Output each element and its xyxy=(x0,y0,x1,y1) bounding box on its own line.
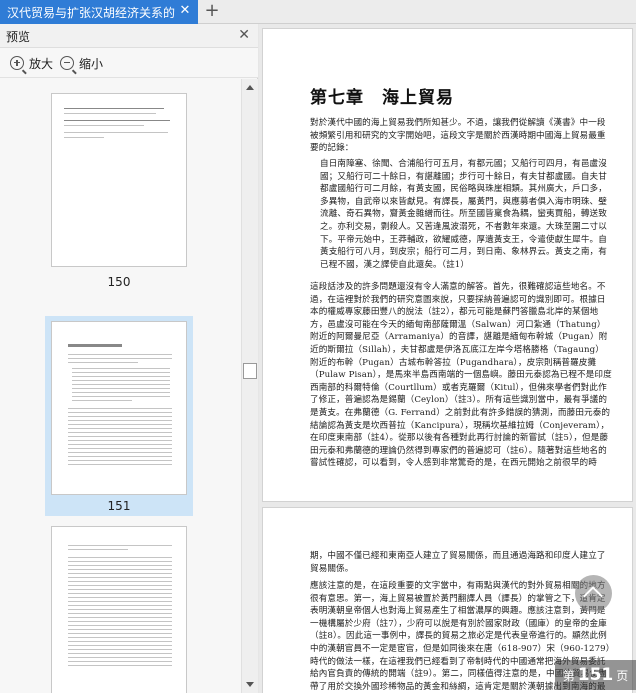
preview-sidebar: 预览 ✕ 放大 缩小 150 151 xyxy=(0,24,258,693)
tab-bar: 汉代贸易与扩张汉胡经济关系的 ✕ + xyxy=(0,0,636,24)
document-page-151: 第七章 海上貿易 對於漢代中國的海上貿易我們所知甚少。不過，讓我們從解讀《漢書》… xyxy=(262,28,633,502)
thumbnail-list: 150 151 xyxy=(0,79,240,693)
thumbnail-page-150[interactable]: 150 xyxy=(45,79,193,289)
back-to-top-button[interactable] xyxy=(575,575,612,612)
intro-paragraph: 對於漢代中國的海上貿易我們所知甚少。不過，讓我們從解讀《漢書》中一段被頻繁引用和… xyxy=(310,118,606,154)
lead-paragraph: 期，中國不僅已經和東南亞人建立了貿易關係，而且通過海路和印度人建立了貿易關係。 xyxy=(310,551,606,574)
document-tab[interactable]: 汉代贸易与扩张汉胡经济关系的 ✕ xyxy=(0,0,198,24)
thumbnail-image xyxy=(51,526,187,693)
scroll-up-icon[interactable] xyxy=(246,85,254,90)
zoom-out-icon xyxy=(60,56,74,70)
scroll-down-icon[interactable] xyxy=(246,682,254,687)
zoom-out-button[interactable]: 缩小 xyxy=(60,54,103,72)
sidebar-close-icon[interactable]: ✕ xyxy=(238,27,250,43)
zoom-in-button[interactable]: 放大 xyxy=(10,54,53,72)
zoom-in-icon xyxy=(10,56,24,70)
thumbnail-page-151[interactable]: 151 xyxy=(45,316,193,516)
new-tab-button[interactable]: + xyxy=(202,2,222,22)
zoom-in-label: 放大 xyxy=(29,56,54,71)
current-page-number: 151 xyxy=(577,665,614,685)
thumbnail-image xyxy=(51,93,187,267)
tab-close-icon[interactable]: ✕ xyxy=(178,4,192,18)
thumbnail-page-152[interactable]: 152 xyxy=(45,524,193,693)
sidebar-header: 预览 ✕ xyxy=(0,24,258,48)
zoom-out-label: 缩小 xyxy=(79,56,104,71)
chapter-title: 第七章 海上貿易 xyxy=(310,88,454,108)
sidebar-toolbar: 放大 缩小 xyxy=(0,48,258,78)
sidebar-title: 预览 xyxy=(6,30,31,44)
thumbnail-image xyxy=(51,321,187,495)
thumbnail-scrollbar[interactable] xyxy=(241,79,258,693)
scrollbar-thumb[interactable] xyxy=(243,363,257,379)
quoted-passage: 自日南障塞、徐聞、合浦船行可五月，有都元國；又船行可四月，有邑盧沒國；又船行可二… xyxy=(320,159,607,270)
body-paragraph: 這段話涉及的許多問題還沒有令人滿意的解答。首先，很難確認這些地名。不過，在這裡對… xyxy=(310,282,612,469)
page-suffix: 页 xyxy=(616,668,629,683)
page-prefix: 第 xyxy=(562,668,575,683)
tab-title: 汉代贸易与扩张汉胡经济关系的 xyxy=(7,5,176,20)
page-indicator[interactable]: 第 151 页 xyxy=(555,660,636,690)
thumbnail-page-number: 151 xyxy=(107,499,131,513)
thumbnail-page-number: 150 xyxy=(107,275,131,289)
